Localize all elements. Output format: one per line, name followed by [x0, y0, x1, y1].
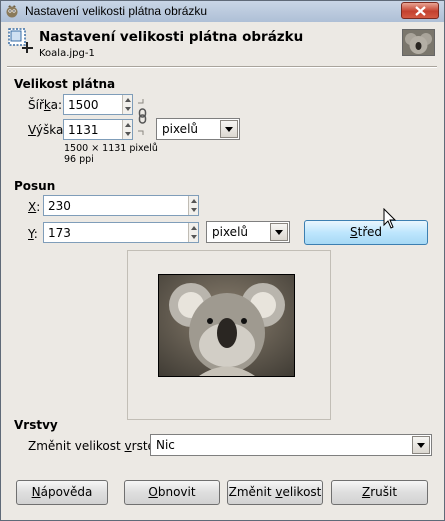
cancel-button[interactable]: Zrušit: [331, 480, 428, 505]
resize-layers-value: Nic: [156, 438, 175, 452]
width-spinner[interactable]: 1500: [63, 94, 133, 115]
canvas-info-size: 1500 × 1131 pixelů: [64, 143, 158, 154]
offset-unit-select[interactable]: pixelů: [206, 221, 290, 243]
canvas-unit-select[interactable]: pixelů: [156, 118, 240, 140]
close-button[interactable]: [401, 2, 439, 19]
koala-preview-image[interactable]: [158, 274, 295, 377]
chevron-down-icon[interactable]: [220, 120, 238, 138]
offset-title: Posun: [14, 179, 56, 193]
canvas-size-icon: [8, 28, 33, 53]
width-label: Šířka:: [28, 98, 63, 112]
height-spinner[interactable]: 1131: [63, 119, 133, 140]
height-spin-arrows[interactable]: [122, 120, 132, 139]
chain-link-icon[interactable]: [136, 95, 150, 139]
height-value: 1131: [68, 123, 99, 137]
y-spin-arrows[interactable]: [188, 223, 198, 242]
canvas-info-resolution: 96 ppi: [64, 154, 94, 165]
resize-button[interactable]: Změnit velikost: [227, 480, 323, 505]
x-spin-arrows[interactable]: [188, 196, 198, 215]
canvas-size-title: Velikost plátna: [14, 77, 116, 91]
reset-button[interactable]: Obnovit: [124, 480, 220, 505]
center-button[interactable]: Střed: [304, 220, 428, 245]
layers-title: Vrstvy: [14, 418, 58, 432]
chevron-down-icon[interactable]: [270, 223, 288, 241]
resize-layers-select[interactable]: Nic: [150, 434, 432, 456]
x-offset-value: 230: [48, 199, 71, 213]
close-icon: [415, 6, 426, 16]
x-label: X:: [28, 200, 41, 214]
dialog-heading: Nastavení velikosti plátna obrázku: [39, 29, 304, 45]
canvas-info: 1500 × 1131 pixelů 96 ppi: [64, 143, 158, 165]
gimp-icon: [6, 5, 18, 18]
height-label: Výška:: [28, 123, 68, 137]
dialog-body: Nastavení velikosti plátna obrázku Koala…: [4, 22, 441, 518]
width-spin-arrows[interactable]: [122, 95, 132, 114]
width-value: 1500: [68, 98, 99, 112]
y-offset-value: 173: [48, 226, 71, 240]
dialog-window: Nastavení velikosti plátna obrázku Nasta…: [0, 0, 445, 521]
image-thumbnail: [402, 29, 435, 56]
mouse-cursor-icon: [383, 208, 397, 229]
y-label: Y:: [28, 227, 38, 241]
window-title: Nastavení velikosti plátna obrázku: [25, 4, 208, 18]
image-name: Koala.jpg-1: [39, 48, 95, 59]
resize-layers-label: Změnit velikost vrstev:: [28, 439, 166, 453]
offset-unit-value: pixelů: [212, 225, 249, 239]
help-button[interactable]: Nápověda: [16, 480, 108, 505]
chevron-down-icon[interactable]: [412, 436, 430, 454]
canvas-unit-value: pixelů: [162, 122, 199, 136]
x-offset-spinner[interactable]: 230: [43, 195, 199, 216]
offset-preview-area[interactable]: [127, 250, 331, 420]
title-bar[interactable]: Nastavení velikosti plátna obrázku: [1, 1, 444, 22]
header-separator: [7, 66, 437, 68]
y-offset-spinner[interactable]: 173: [43, 222, 199, 243]
